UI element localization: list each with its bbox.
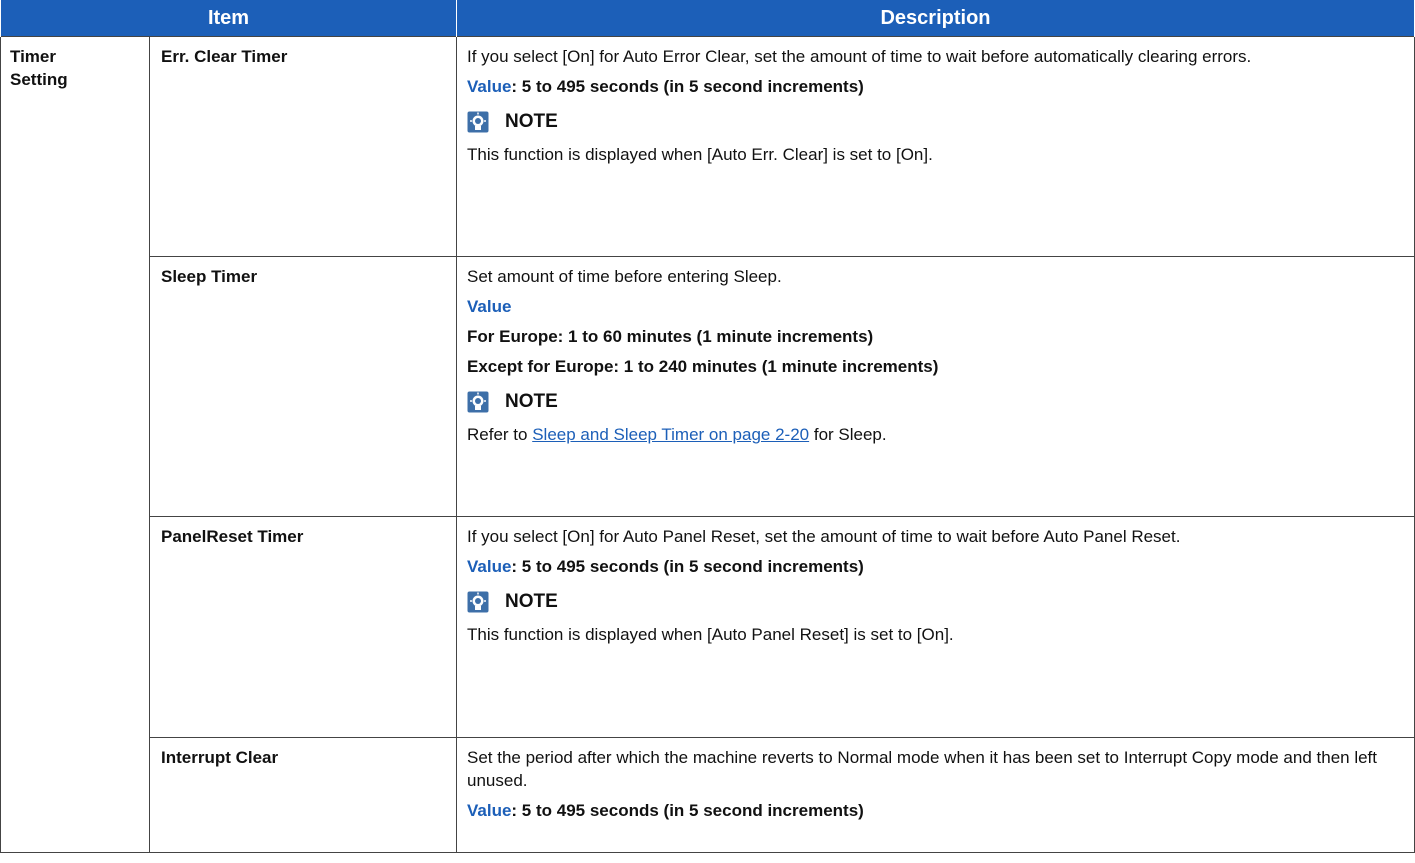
value-label: Value: [467, 297, 512, 316]
value-label: Value: [467, 77, 512, 96]
description-cell: Set amount of time before entering Sleep…: [456, 256, 1415, 517]
table-row: PanelReset Timer If you select [On] for …: [1, 516, 1415, 738]
value-label: Value: [467, 801, 512, 820]
note-label: NOTE: [505, 591, 558, 612]
item-name: PanelReset Timer: [149, 516, 457, 738]
note-icon: [467, 111, 489, 132]
group-cell: Timer Setting: [0, 36, 150, 853]
note-icon: [467, 591, 489, 612]
note-heading: NOTE: [467, 590, 1400, 613]
note-text: This function is displayed when [Auto Pa…: [467, 625, 954, 644]
item-name: Sleep Timer: [149, 256, 457, 517]
description-text: Set the period after which the machine r…: [467, 748, 1377, 790]
note-text: This function is displayed when [Auto Er…: [467, 145, 933, 164]
group-label-line2: Setting: [10, 70, 68, 89]
value-text: : 5 to 495 seconds (in 5 second incremen…: [511, 77, 864, 96]
note-text: Refer to Sleep and Sleep Timer on page 2…: [467, 423, 1400, 446]
item-name: Err. Clear Timer: [149, 36, 457, 257]
table-row: Timer Setting Err. Clear Timer If you se…: [0, 36, 1415, 853]
note-heading: NOTE: [467, 110, 1400, 133]
page-reference-link[interactable]: Sleep and Sleep Timer on page 2-20: [532, 425, 809, 444]
note-heading: NOTE: [467, 390, 1400, 413]
value-text: : 5 to 495 seconds (in 5 second incremen…: [511, 801, 864, 820]
value-line: Except for Europe: 1 to 240 minutes (1 m…: [467, 357, 939, 376]
header-item: Item: [0, 0, 457, 37]
value-text: : 5 to 495 seconds (in 5 second incremen…: [511, 557, 864, 576]
settings-table: Item Description Timer Setting Err. Clea…: [0, 0, 1415, 853]
note-prefix: Refer to: [467, 425, 533, 444]
note-label: NOTE: [505, 111, 558, 132]
note-icon: [467, 391, 489, 412]
description-text: If you select [On] for Auto Panel Reset,…: [467, 527, 1181, 546]
item-name: Interrupt Clear: [149, 737, 457, 853]
value-label: Value: [467, 557, 512, 576]
value-line: Value: 5 to 495 seconds (in 5 second inc…: [467, 75, 1400, 98]
description-cell: If you select [On] for Auto Error Clear,…: [456, 36, 1415, 257]
description-text: If you select [On] for Auto Error Clear,…: [467, 47, 1252, 66]
description-cell: If you select [On] for Auto Panel Reset,…: [456, 516, 1415, 738]
header-description: Description: [456, 0, 1415, 37]
table-row: Interrupt Clear Set the period after whi…: [1, 737, 1415, 853]
value-line: For Europe: 1 to 60 minutes (1 minute in…: [467, 327, 874, 346]
description-text: Set amount of time before entering Sleep…: [467, 267, 782, 286]
note-label: NOTE: [505, 391, 558, 412]
table-header-row: Item Description: [0, 0, 1415, 37]
table-row: Sleep Timer Set amount of time before en…: [1, 256, 1415, 517]
value-line: Value: 5 to 495 seconds (in 5 second inc…: [467, 555, 1400, 578]
note-suffix: for Sleep.: [809, 425, 887, 444]
value-line: Value: 5 to 495 seconds (in 5 second inc…: [467, 799, 1400, 822]
group-label-line1: Timer: [10, 47, 56, 66]
description-cell: Set the period after which the machine r…: [456, 737, 1415, 853]
value-line: Value: [467, 295, 1400, 318]
